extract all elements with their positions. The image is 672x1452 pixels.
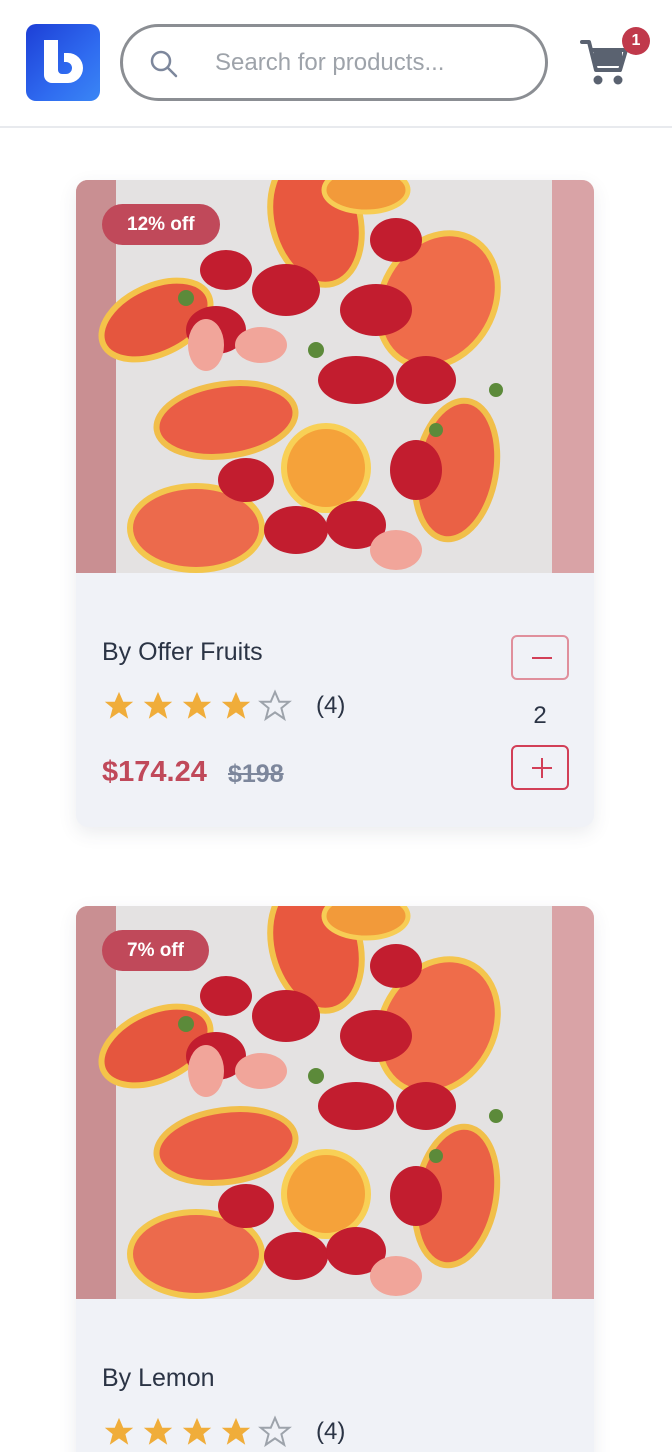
star-empty-icon: [258, 689, 292, 722]
product-old-price: $198: [228, 760, 284, 788]
product-title[interactable]: By Lemon: [102, 1364, 215, 1393]
star-filled-icon: [104, 1417, 134, 1445]
search-icon: [150, 50, 178, 78]
product-image[interactable]: 12% off: [76, 180, 594, 573]
star-filled-icon: [221, 691, 251, 719]
rating-count: (4): [316, 1418, 346, 1445]
rating-count: (4): [316, 692, 346, 719]
star-filled-icon: [221, 1417, 251, 1445]
product-image[interactable]: 7% off: [76, 906, 594, 1299]
rating-stars: [102, 1414, 297, 1450]
brand-logo[interactable]: [26, 24, 100, 101]
product-price: $174.24: [102, 756, 207, 788]
product-title[interactable]: By Offer Fruits: [102, 638, 263, 667]
top-header: 1: [0, 0, 672, 128]
star-filled-icon: [143, 691, 173, 719]
product-card[interactable]: 12% off By Offer Fruits (4) $174.24 $198…: [76, 180, 594, 827]
star-empty-icon: [258, 1415, 292, 1448]
discount-badge: 7% off: [102, 930, 209, 971]
increase-quantity-button[interactable]: [511, 745, 569, 790]
star-filled-icon: [182, 691, 212, 719]
search-input[interactable]: [215, 43, 525, 83]
star-filled-icon: [104, 691, 134, 719]
discount-badge: 12% off: [102, 204, 220, 245]
plus-icon-vertical: [541, 758, 543, 778]
minus-icon: [532, 657, 552, 659]
star-filled-icon: [143, 1417, 173, 1445]
search-bar[interactable]: [120, 24, 548, 101]
product-card[interactable]: 7% off By Lemon (4): [76, 906, 594, 1452]
decrease-quantity-button[interactable]: [511, 635, 569, 680]
cart-count-badge: 1: [622, 27, 650, 55]
rating-stars: [102, 688, 297, 724]
star-filled-icon: [182, 1417, 212, 1445]
logo-b-icon: [44, 40, 83, 83]
quantity-value: 2: [533, 702, 547, 729]
